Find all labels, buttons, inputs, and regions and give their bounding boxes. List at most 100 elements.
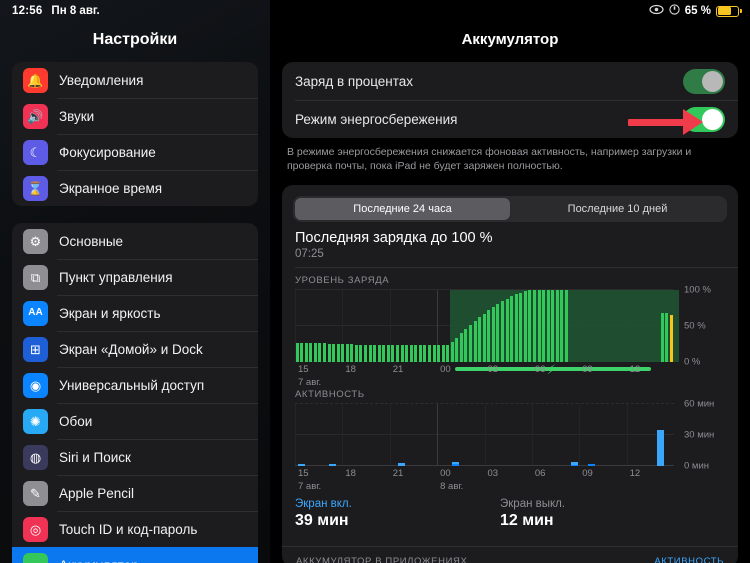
- sidebar-item-фокусирование[interactable]: ☾Фокусирование: [12, 134, 258, 170]
- gear-icon: ⚙: [23, 229, 48, 254]
- battery-level-bar: [359, 345, 362, 362]
- sidebar-item-экран-и-яркость[interactable]: AAЭкран и яркость: [12, 295, 258, 331]
- sidebar-item-пункт-управления[interactable]: ⧉Пункт управления: [12, 259, 258, 295]
- sidebar-item-уведомления[interactable]: 🔔Уведомления: [12, 62, 258, 98]
- orientation-lock-icon: [669, 4, 680, 19]
- battery-detail-pane: Аккумулятор Заряд в процентах Режим энер…: [270, 0, 750, 563]
- activity-link[interactable]: АКТИВНОСТЬ: [654, 556, 724, 563]
- battery-level-bar: [373, 345, 376, 362]
- battery-level-bar: [556, 290, 559, 362]
- battery-level-bar: [364, 345, 367, 362]
- y-axis-tick-label: 0 мин: [684, 460, 709, 471]
- battery-icon: [716, 6, 739, 17]
- activity-bar: [571, 462, 578, 465]
- sidebar-group-1: ⚙ Основные ⧉Пункт управленияAAЭкран и ярко…: [12, 223, 258, 563]
- battery-level-bar: [515, 294, 518, 362]
- battery-level-bar: [455, 338, 458, 362]
- battery-level-chart[interactable]: ⚡ 0 %50 %100 % 15182100030609127 авг.: [295, 290, 730, 362]
- battery-level-bar: [341, 344, 344, 362]
- sidebar-item-label: Основные: [59, 234, 123, 249]
- y-axis-tick-label: 60 мин: [684, 398, 714, 409]
- battery-level-bar: [309, 343, 312, 362]
- battery-level-bar: [451, 342, 454, 362]
- battery-level-bar: [314, 343, 317, 362]
- y-axis-tick-label: 50 %: [684, 320, 706, 331]
- gridline-vertical: [437, 404, 438, 466]
- battery-level-bar: [460, 333, 463, 362]
- stat-screen-on-label: Экран вкл.: [295, 498, 500, 510]
- sidebar-item-аккумулятор[interactable]: ▬Аккумулятор: [12, 547, 258, 563]
- battery-level-bar: [483, 314, 486, 362]
- x-axis-tick-label: 12: [630, 468, 641, 479]
- battery-level-bar: [323, 343, 326, 362]
- battery-percentage-toggle[interactable]: [683, 69, 725, 94]
- stat-screen-off: Экран выкл. 12 мин: [500, 498, 705, 530]
- battery-level-y-axis: 0 %50 %100 %: [676, 290, 730, 362]
- x-axis-tick-label: 09: [582, 468, 593, 479]
- x-axis-tick-label: 09: [582, 364, 593, 375]
- battery-level-bar: [414, 345, 417, 362]
- x-axis-date-label: 8 авг.: [440, 481, 463, 492]
- sidebar-item-основные[interactable]: ⚙ Основные: [12, 223, 258, 259]
- siri-icon: ◍: [23, 445, 48, 470]
- last-charge-block: Последняя зарядка до 100 % 07:25: [282, 222, 738, 260]
- battery-level-bar: [387, 345, 390, 362]
- activity-bar: [452, 462, 459, 464]
- segment-last-10-days[interactable]: Последние 10 дней: [510, 198, 725, 220]
- gridline-vertical: [532, 404, 533, 466]
- sidebar-item-label: Siri и Поиск: [59, 450, 131, 465]
- battery-level-bar: [510, 296, 513, 362]
- battery-level-bar: [474, 321, 477, 362]
- x-axis-date-label: 7 авг.: [298, 481, 321, 492]
- sidebar-item-siri-и-поиск[interactable]: ◍ Siri и Поиск: [12, 439, 258, 475]
- sidebar-item-touch-id-и-код-пароль[interactable]: ◎Touch ID и код-пароль: [12, 511, 258, 547]
- gridline-vertical: [485, 404, 486, 466]
- battery-level-bar: [528, 290, 531, 362]
- battery-level-bar: [382, 345, 385, 362]
- y-axis-tick-label: 100 %: [684, 284, 711, 295]
- activity-x-axis: 15182100030609127 авг.8 авг.: [295, 466, 674, 492]
- battery-level-bar: [337, 344, 340, 362]
- battery-level-bar: [469, 325, 472, 362]
- status-date: Пн 8 авг.: [51, 5, 99, 17]
- sliders-icon: ⧉: [23, 265, 48, 290]
- x-axis-tick-label: 00: [440, 468, 451, 479]
- row-battery-percentage[interactable]: Заряд в процентах: [282, 62, 738, 100]
- activity-chart[interactable]: 0 мин30 мин60 мин 15182100030609127 авг.…: [295, 404, 730, 466]
- battery-level-bar: [391, 345, 394, 362]
- battery-percent-label: 65 %: [685, 5, 711, 17]
- battery-level-bar: [524, 291, 527, 362]
- sidebar-item-label: Фокусирование: [59, 145, 156, 160]
- stat-screen-off-value: 12 мин: [500, 512, 705, 530]
- y-axis-tick-label: 0 %: [684, 356, 700, 367]
- segment-last-24-hours[interactable]: Последние 24 часа: [295, 198, 510, 220]
- battery-level-chart-section: УРОВЕНЬ ЗАРЯДА ⚡ 0 %50 %100 % 1518210003…: [282, 268, 738, 362]
- battery-level-bar: [350, 344, 353, 362]
- row-low-power-mode[interactable]: Режим энергосбережения: [282, 100, 738, 138]
- x-axis-tick-label: 21: [393, 468, 404, 479]
- sidebar-item-обои[interactable]: ✺Обои: [12, 403, 258, 439]
- sidebar-item-label: Обои: [59, 414, 92, 429]
- low-power-mode-footnote: В режиме энергосбережения снижается фоно…: [270, 138, 725, 174]
- sidebar-item-экран-домой-и-dock[interactable]: ⊞Экран «Домой» и Dock: [12, 331, 258, 367]
- y-axis-tick-label: 30 мин: [684, 429, 714, 440]
- status-bar-left: 12:56 Пн 8 авг.: [12, 5, 100, 17]
- sidebar-item-label: Звуки: [59, 109, 94, 124]
- battery-level-bar: [565, 290, 568, 362]
- battery-level-bar: [410, 345, 413, 362]
- gridline-vertical: [627, 404, 628, 466]
- apps-battery-footer: АККУМУЛЯТОР В ПРИЛОЖЕНИЯХ АКТИВНОСТЬ: [282, 547, 738, 563]
- sidebar-item-универсальный-доступ[interactable]: ◉Универсальный доступ: [12, 367, 258, 403]
- sidebar-item-apple-pencil[interactable]: ✎Apple Pencil: [12, 475, 258, 511]
- sidebar-title: Настройки: [0, 22, 270, 62]
- low-power-mode-toggle[interactable]: [683, 107, 725, 132]
- time-range-segmented-control[interactable]: Последние 24 часа Последние 10 дней: [293, 196, 727, 222]
- sidebar-item-звуки[interactable]: 🔊Звуки: [12, 98, 258, 134]
- sidebar-item-label: Touch ID и код-пароль: [59, 522, 197, 537]
- sidebar-item-label: Экран «Домой» и Dock: [59, 342, 203, 357]
- battery-level-bar: [519, 293, 522, 362]
- sidebar-groups: 🔔Уведомления🔊Звуки☾Фокусирование⌛Экранно…: [0, 62, 270, 563]
- battery-usage-card: Последние 24 часа Последние 10 дней Посл…: [282, 185, 738, 563]
- gridline-vertical: [295, 404, 296, 466]
- sidebar-item-экранное-время[interactable]: ⌛Экранное время: [12, 170, 258, 206]
